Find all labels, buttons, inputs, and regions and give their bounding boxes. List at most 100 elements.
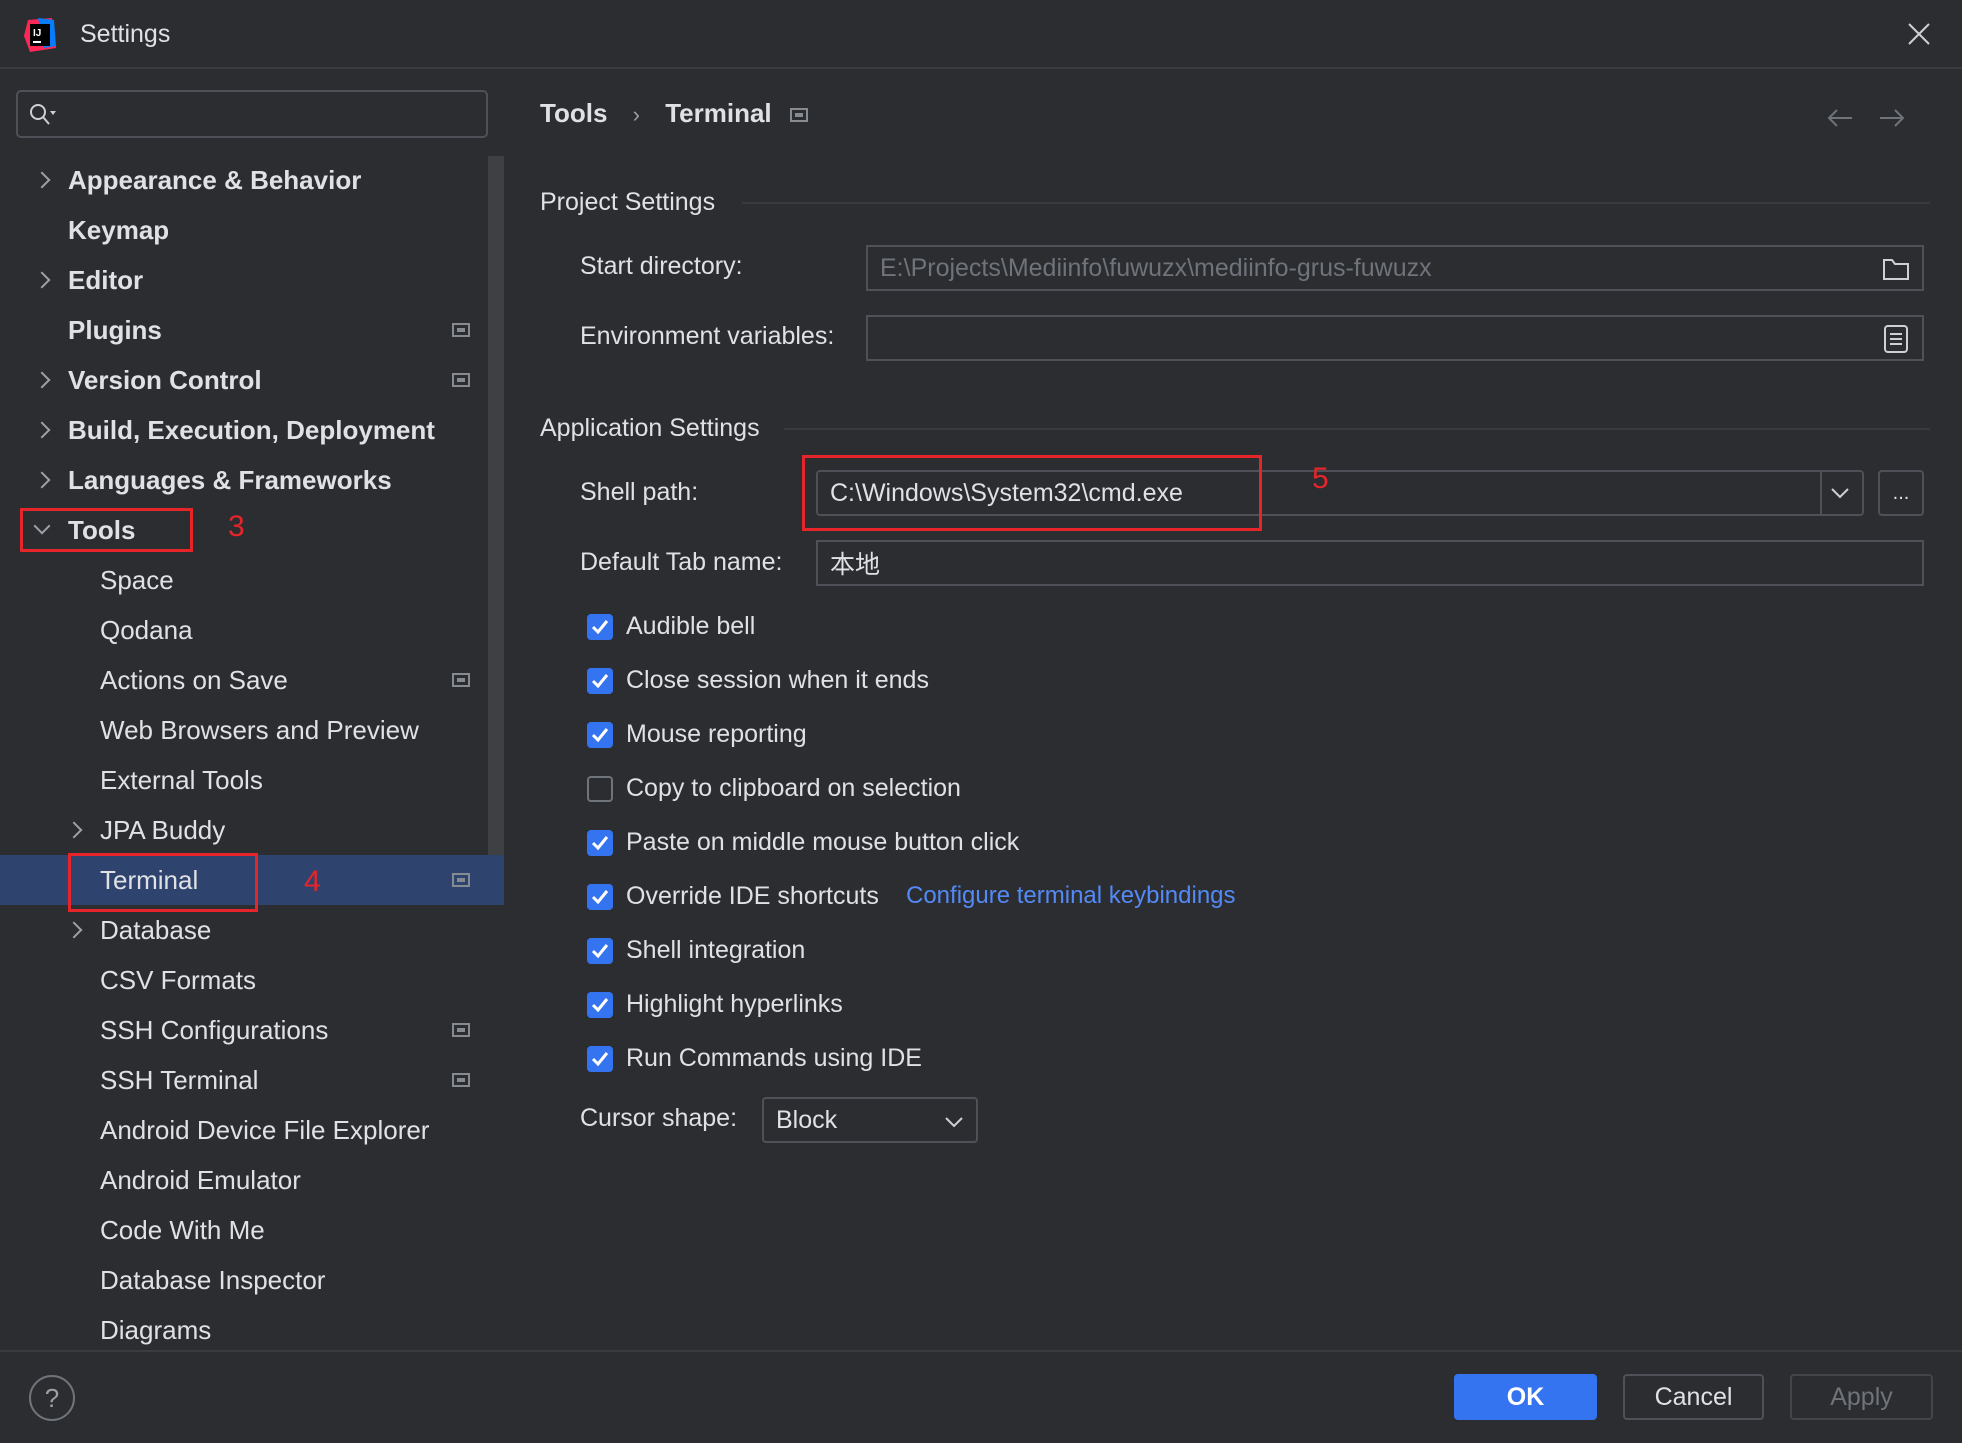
- sidebar-item-label: Keymap: [68, 214, 170, 245]
- sidebar-item-label: Code With Me: [100, 1214, 265, 1245]
- chevron-down-icon[interactable]: [1830, 486, 1850, 500]
- chevron-right-icon[interactable]: [65, 821, 83, 839]
- checkmark-icon: [591, 1052, 609, 1067]
- sidebar-item-database[interactable]: Database: [0, 905, 504, 955]
- apply-button[interactable]: Apply: [1790, 1374, 1933, 1420]
- sidebar-item-android-device-file-explorer[interactable]: Android Device File Explorer: [0, 1105, 504, 1155]
- checkbox-label[interactable]: Paste on middle mouse button click: [626, 828, 1019, 857]
- configure-keybindings-link[interactable]: Configure terminal keybindings: [906, 882, 1236, 910]
- sidebar-item-label: Android Device File Explorer: [100, 1114, 430, 1145]
- sidebar-item-label: Build, Execution, Deployment: [68, 414, 435, 445]
- chevron-right-icon[interactable]: [33, 421, 51, 439]
- checkbox-label[interactable]: Close session when it ends: [626, 666, 929, 695]
- sidebar-item-label: Plugins: [68, 314, 162, 345]
- edit-list-icon[interactable]: [1884, 325, 1908, 353]
- intellij-logo-icon: IJ: [24, 18, 56, 52]
- cursor-shape-value: Block: [776, 1105, 838, 1134]
- chevron-right-icon[interactable]: [33, 171, 51, 189]
- browse-shell-button[interactable]: ...: [1878, 470, 1924, 516]
- chevron-right-icon[interactable]: [33, 271, 51, 289]
- checkbox-override-ide-shortcuts[interactable]: [587, 884, 613, 910]
- checkbox-highlight-hyperlinks[interactable]: [587, 992, 613, 1018]
- divider: [784, 428, 1930, 430]
- sidebar-item-label: Actions on Save: [100, 664, 288, 695]
- sidebar-item-diagrams[interactable]: Diagrams: [0, 1305, 504, 1355]
- checkbox-label[interactable]: Copy to clipboard on selection: [626, 774, 961, 803]
- sidebar-item-label: External Tools: [100, 764, 263, 795]
- sidebar-item-plugins[interactable]: Plugins: [0, 305, 504, 355]
- forward-arrow-icon[interactable]: [1878, 106, 1906, 130]
- sidebar-item-label: SSH Terminal: [100, 1064, 259, 1095]
- project-scope-icon: [452, 323, 470, 337]
- checkbox-audible-bell[interactable]: [587, 614, 613, 640]
- default-tab-name-field[interactable]: 本地: [816, 540, 1924, 586]
- close-icon[interactable]: [1905, 20, 1933, 48]
- sidebar-item-label: CSV Formats: [100, 964, 257, 995]
- sidebar-item-appearance-behavior[interactable]: Appearance & Behavior: [0, 155, 504, 205]
- project-scope-icon: [452, 1023, 470, 1037]
- project-scope-icon: [790, 108, 808, 122]
- sidebar-item-languages-frameworks[interactable]: Languages & Frameworks: [0, 455, 504, 505]
- search-icon: [30, 104, 56, 125]
- checkmark-icon: [591, 674, 609, 689]
- sidebar-item-editor[interactable]: Editor: [0, 255, 504, 305]
- checkbox-copy-to-clipboard-on-selection[interactable]: [587, 776, 613, 802]
- chevron-right-icon[interactable]: [33, 471, 51, 489]
- sidebar-item-ssh-configurations[interactable]: SSH Configurations: [0, 1005, 504, 1055]
- checkbox-label[interactable]: Override IDE shortcuts: [626, 882, 879, 911]
- sidebar-item-jpa-buddy[interactable]: JPA Buddy: [0, 805, 504, 855]
- annotation-box-shell-path: [802, 455, 1262, 531]
- breadcrumb-parent[interactable]: Tools: [540, 98, 607, 128]
- sidebar-item-keymap[interactable]: Keymap: [0, 205, 504, 255]
- checkmark-icon: [591, 998, 609, 1013]
- sidebar-item-ssh-terminal[interactable]: SSH Terminal: [0, 1055, 504, 1105]
- sidebar-item-web-browsers-and-preview[interactable]: Web Browsers and Preview: [0, 705, 504, 755]
- checkmark-icon: [591, 944, 609, 959]
- annotation-number-5: 5: [1312, 462, 1329, 495]
- chevron-right-icon[interactable]: [33, 371, 51, 389]
- ok-button[interactable]: OK: [1454, 1374, 1597, 1420]
- start-directory-label: Start directory:: [580, 252, 743, 280]
- checkbox-run-commands-using-ide[interactable]: [587, 1046, 613, 1072]
- checkbox-label[interactable]: Audible bell: [626, 612, 755, 641]
- divider: [1820, 472, 1822, 514]
- sidebar-item-space[interactable]: Space: [0, 555, 504, 605]
- sidebar-item-label: Web Browsers and Preview: [100, 714, 419, 745]
- sidebar-item-label: JPA Buddy: [100, 814, 226, 845]
- cursor-shape-dropdown[interactable]: Block: [762, 1097, 978, 1143]
- checkbox-label[interactable]: Run Commands using IDE: [626, 1044, 922, 1073]
- checkbox-mouse-reporting[interactable]: [587, 722, 613, 748]
- annotation-box-tools: [20, 508, 193, 552]
- sidebar-item-android-emulator[interactable]: Android Emulator: [0, 1155, 504, 1205]
- annotation-number-4: 4: [304, 865, 321, 898]
- help-icon: ?: [44, 1382, 60, 1413]
- divider: [742, 202, 1930, 204]
- sidebar-item-code-with-me[interactable]: Code With Me: [0, 1205, 504, 1255]
- start-directory-field[interactable]: E:\Projects\Mediinfo\fuwuzx\mediinfo-gru…: [866, 245, 1924, 291]
- checkbox-shell-integration[interactable]: [587, 938, 613, 964]
- folder-icon[interactable]: [1882, 257, 1910, 281]
- sidebar-item-version-control[interactable]: Version Control: [0, 355, 504, 405]
- search-input[interactable]: [16, 90, 488, 138]
- project-scope-icon: [452, 1073, 470, 1087]
- sidebar-item-actions-on-save[interactable]: Actions on Save: [0, 655, 504, 705]
- environment-variables-field[interactable]: [866, 315, 1924, 361]
- sidebar-item-qodana[interactable]: Qodana: [0, 605, 504, 655]
- chevron-right-icon[interactable]: [65, 921, 83, 939]
- sidebar-item-csv-formats[interactable]: CSV Formats: [0, 955, 504, 1005]
- checkbox-label[interactable]: Mouse reporting: [626, 720, 807, 749]
- checkbox-label[interactable]: Shell integration: [626, 936, 805, 965]
- checkbox-label[interactable]: Highlight hyperlinks: [626, 990, 843, 1019]
- cancel-button[interactable]: Cancel: [1623, 1374, 1764, 1420]
- sidebar-item-label: Android Emulator: [100, 1164, 301, 1195]
- checkbox-paste-on-middle-mouse-button-click[interactable]: [587, 830, 613, 856]
- shell-path-label: Shell path:: [580, 478, 699, 506]
- sidebar-item-database-inspector[interactable]: Database Inspector: [0, 1255, 504, 1305]
- sidebar-item-label: Editor: [68, 264, 144, 295]
- application-settings-heading: Application Settings: [540, 414, 760, 442]
- sidebar-item-build-execution-deployment[interactable]: Build, Execution, Deployment: [0, 405, 504, 455]
- sidebar-item-external-tools[interactable]: External Tools: [0, 755, 504, 805]
- checkbox-close-session-when-it-ends[interactable]: [587, 668, 613, 694]
- back-arrow-icon[interactable]: [1826, 106, 1854, 130]
- help-button[interactable]: ?: [29, 1375, 75, 1421]
